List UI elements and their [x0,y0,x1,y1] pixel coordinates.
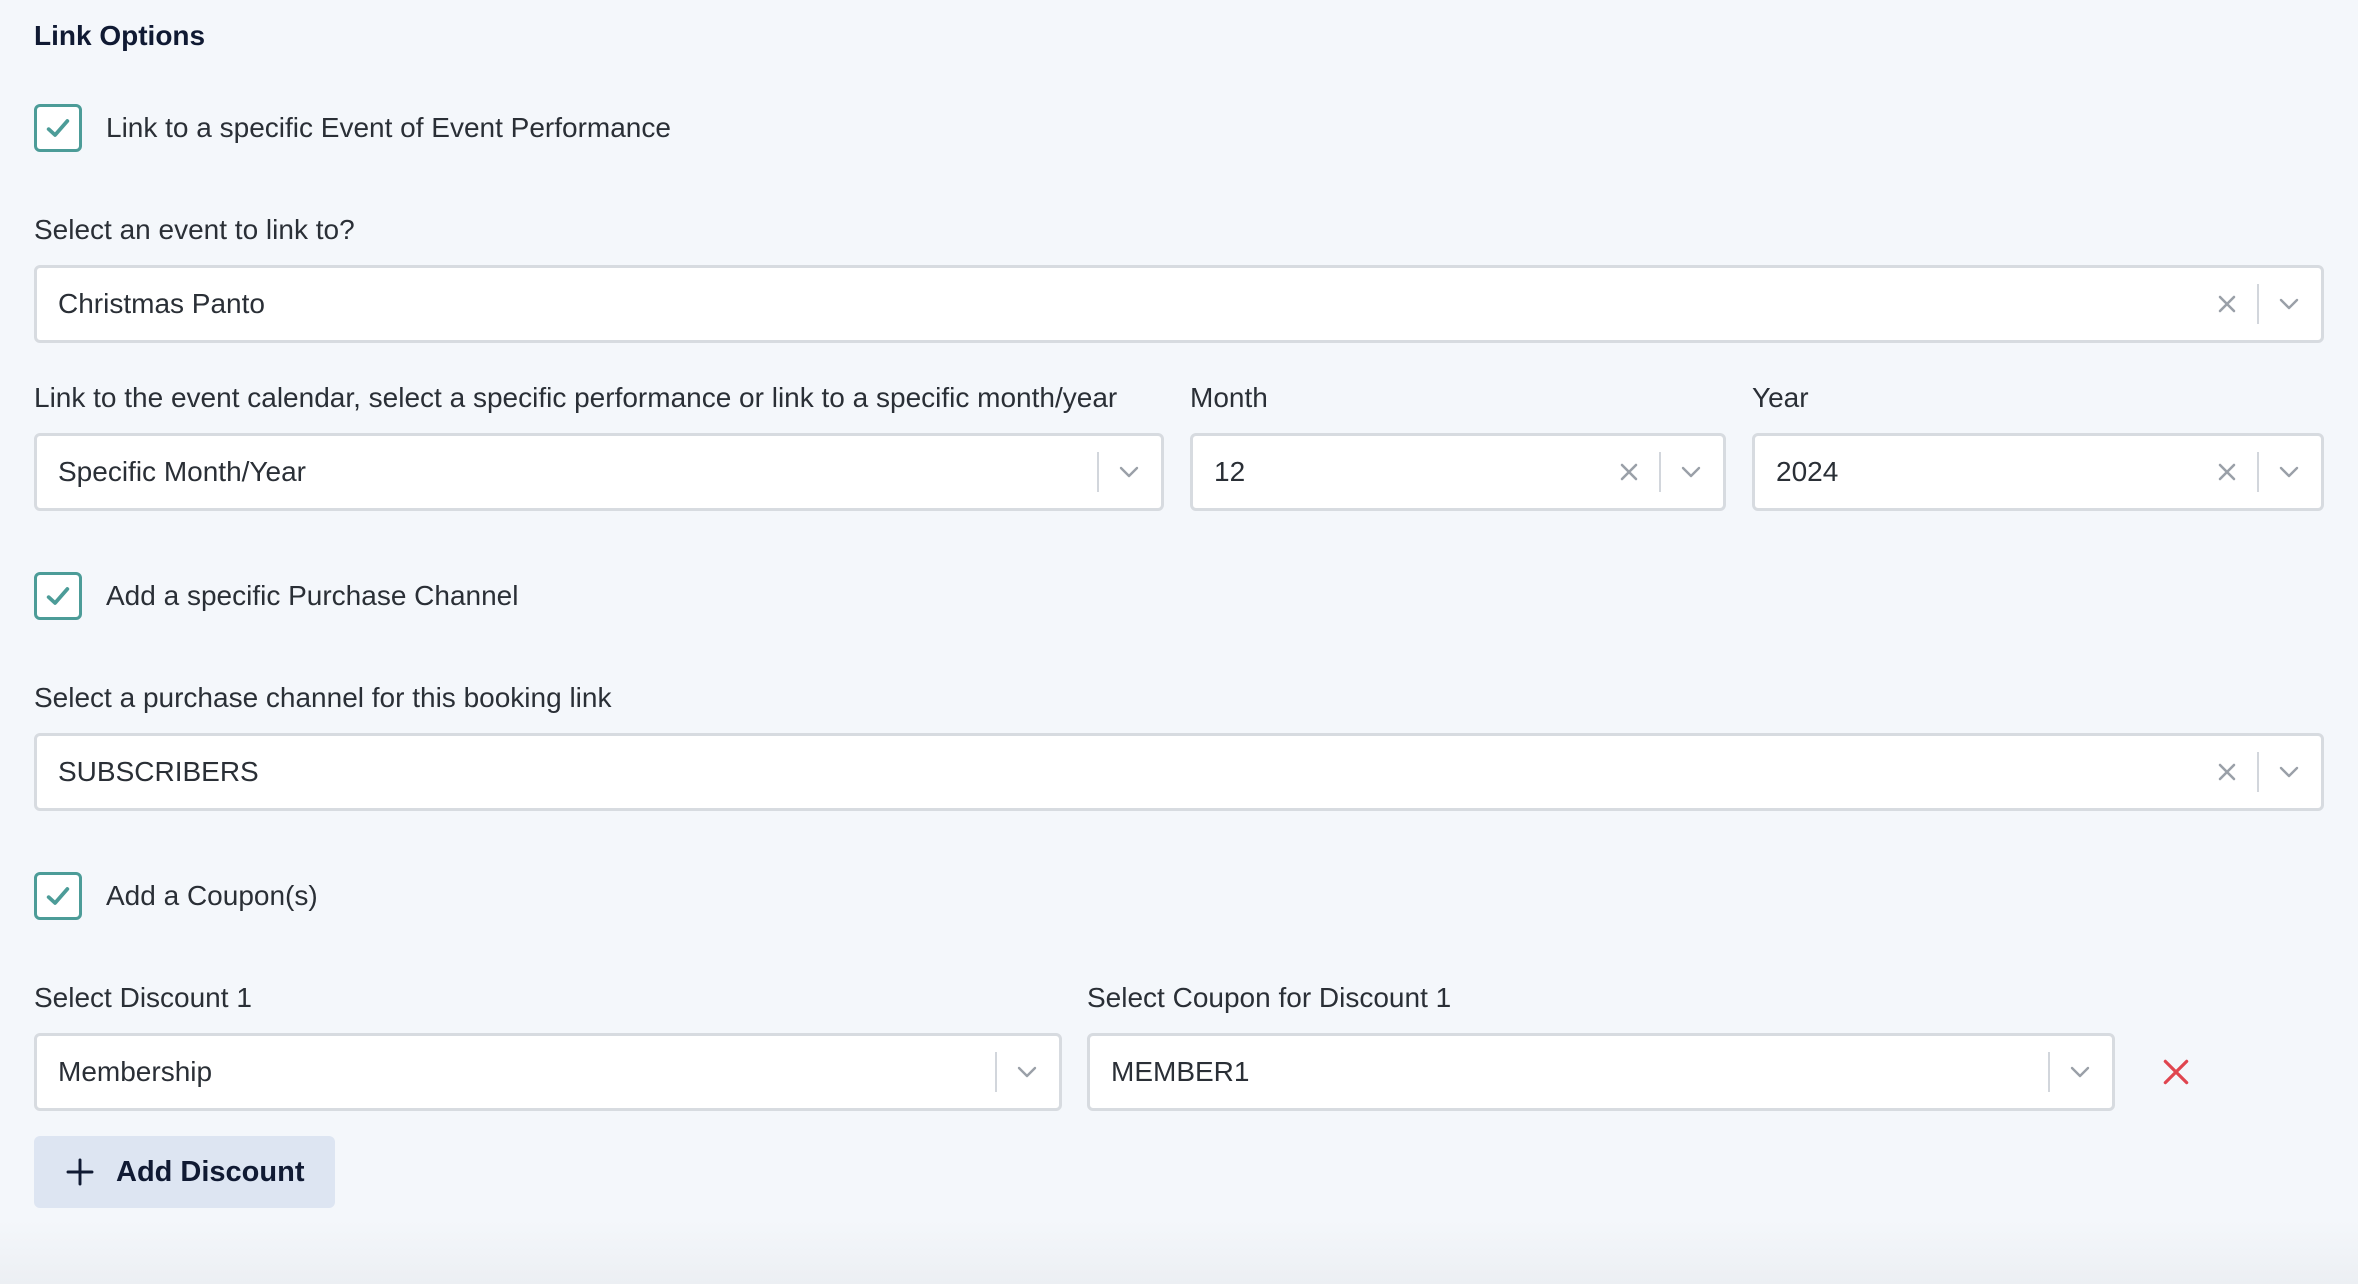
add-discount-button[interactable]: Add Discount [34,1136,335,1208]
close-icon[interactable] [1607,450,1651,494]
calendar-select-value: Specific Month/Year [58,456,306,487]
link-event-checkbox-row[interactable]: Link to a specific Event of Event Perfor… [34,104,671,152]
select-separator [2257,452,2259,492]
chevron-down-icon[interactable] [1107,450,1151,494]
chevron-down-icon[interactable] [2267,282,2311,326]
coupon-checkbox[interactable] [34,872,82,920]
close-icon[interactable] [2205,282,2249,326]
calendar-select-label: Link to the event calendar, select a spe… [34,382,1118,413]
discount-select[interactable]: Membership [34,1033,1062,1111]
chevron-down-icon[interactable] [2058,1050,2102,1094]
coupon-select[interactable]: MEMBER1 [1087,1033,2115,1111]
select-separator [2257,284,2259,324]
select-separator [2048,1052,2050,1092]
year-select-label: Year [1752,382,1809,413]
select-separator [1659,452,1661,492]
chevron-down-icon[interactable] [2267,450,2311,494]
section-title: Link Options [34,20,206,51]
calendar-select[interactable]: Specific Month/Year [34,433,1164,511]
bottom-shadow [0,1220,2358,1284]
month-select-label: Month [1190,382,1268,413]
check-icon [46,119,70,137]
purchase-channel-checkbox-row[interactable]: Add a specific Purchase Channel [34,572,518,620]
event-select[interactable]: Christmas Panto [34,265,2324,343]
check-icon [46,887,70,905]
chevron-down-icon[interactable] [2267,750,2311,794]
discount-select-label: Select Discount 1 [34,982,252,1013]
purchase-channel-checkbox[interactable] [34,572,82,620]
remove-discount-button[interactable] [2156,1052,2196,1092]
link-event-checkbox[interactable] [34,104,82,152]
month-select[interactable]: 12 [1190,433,1726,511]
purchase-channel-select[interactable]: SUBSCRIBERS [34,733,2324,811]
year-select-value: 2024 [1776,456,1839,487]
chevron-down-icon[interactable] [1005,1050,1049,1094]
coupon-select-value: MEMBER1 [1111,1056,1250,1087]
check-icon [46,587,70,605]
add-discount-label: Add Discount [116,1155,305,1188]
close-icon[interactable] [2205,750,2249,794]
event-select-label: Select an event to link to? [34,214,355,245]
month-select-value: 12 [1214,456,1246,487]
purchase-channel-select-label: Select a purchase channel for this booki… [34,682,612,713]
close-icon[interactable] [2205,450,2249,494]
discount-select-value: Membership [58,1056,213,1087]
select-separator [1097,452,1099,492]
coupon-select-label: Select Coupon for Discount 1 [1087,982,1452,1013]
remove-icon [2163,1059,2189,1085]
event-select-value: Christmas Panto [58,288,265,319]
chevron-down-icon[interactable] [1669,450,1713,494]
link-event-label: Link to a specific Event of Event Perfor… [106,112,671,143]
select-separator [995,1052,997,1092]
year-select[interactable]: 2024 [1752,433,2324,511]
select-separator [2257,752,2259,792]
coupon-label: Add a Coupon(s) [106,880,318,911]
purchase-channel-label: Add a specific Purchase Channel [106,580,519,611]
purchase-channel-select-value: SUBSCRIBERS [58,756,259,787]
plus-icon [66,1158,94,1186]
coupon-checkbox-row[interactable]: Add a Coupon(s) [34,872,318,920]
